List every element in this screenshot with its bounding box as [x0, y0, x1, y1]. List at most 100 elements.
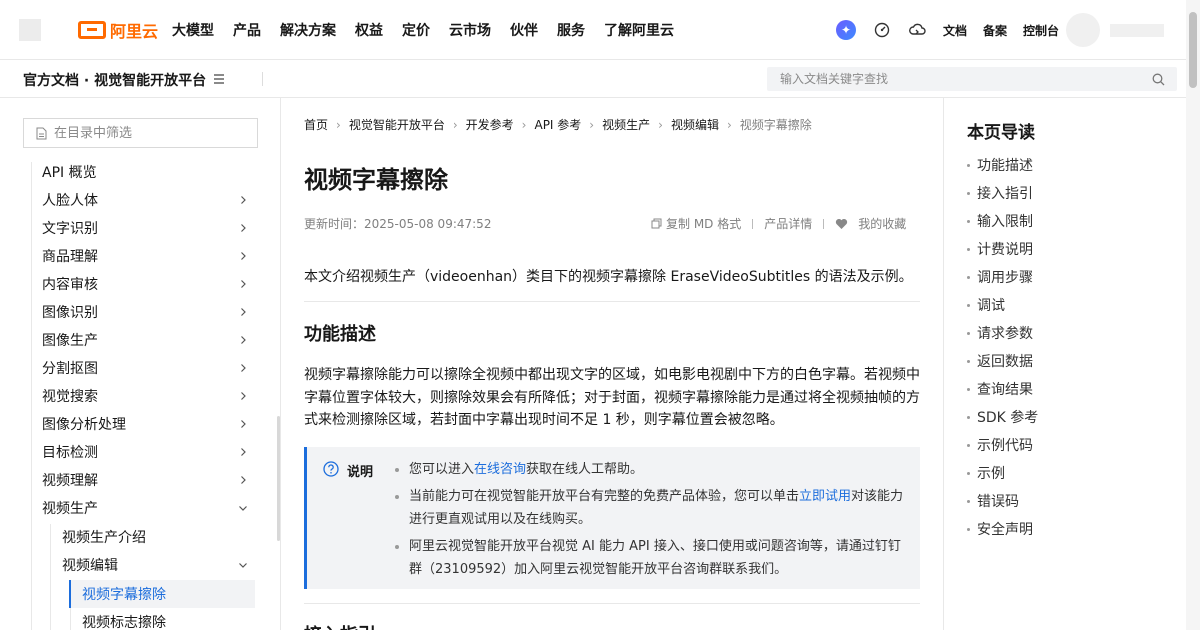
- sidebar-item-video-production[interactable]: 视频生产: [42, 496, 98, 520]
- sidebar-scrollbar[interactable]: [277, 416, 280, 541]
- breadcrumb-video-editing[interactable]: 视频编辑: [671, 116, 719, 133]
- sidebar-item-face-body[interactable]: 人脸人体: [42, 188, 98, 212]
- nav-item-products[interactable]: 产品: [233, 20, 261, 40]
- sidebar-item-image-recognition[interactable]: 图像识别: [42, 300, 98, 324]
- sidebar-item-visual-search[interactable]: 视觉搜索: [42, 384, 98, 408]
- chevron-right-icon[interactable]: [238, 475, 248, 485]
- sidebar-item-label: 图像生产: [42, 333, 98, 349]
- bullet-icon: [967, 163, 970, 167]
- toc-filter: [23, 118, 258, 148]
- sidebar-item-moderation[interactable]: 内容审核: [42, 272, 98, 296]
- nav-item-llm[interactable]: 大模型: [172, 20, 214, 40]
- document-icon: [36, 127, 47, 140]
- toc-link-security[interactable]: 安全声明: [967, 519, 1033, 539]
- toc-link-query-result[interactable]: 查询结果: [967, 379, 1033, 399]
- chevron-down-icon[interactable]: [238, 503, 248, 513]
- doc-center-title[interactable]: 官方文档 · 视觉智能开放平台: [23, 70, 206, 90]
- toc-link-access-guide[interactable]: 接入指引: [967, 183, 1033, 203]
- toc-link-sdk[interactable]: SDK 参考: [967, 407, 1038, 427]
- sidebar-item-goods[interactable]: 商品理解: [42, 244, 98, 268]
- ai-assistant-icon[interactable]: ✦: [836, 20, 856, 40]
- toc-link-example[interactable]: 示例: [967, 463, 1005, 483]
- chevron-right-icon[interactable]: [238, 335, 248, 345]
- nav-link-icp[interactable]: 备案: [983, 22, 1007, 39]
- sidebar-item-video-logo-erase[interactable]: 视频标志擦除: [82, 610, 166, 630]
- toc-link-sample-code[interactable]: 示例代码: [967, 435, 1033, 455]
- favorite-button[interactable]: 我的收藏: [858, 215, 906, 232]
- toc-link-billing[interactable]: 计费说明: [967, 239, 1033, 259]
- sidebar-item-image-production[interactable]: 图像生产: [42, 328, 98, 352]
- chevron-right-icon[interactable]: [238, 419, 248, 429]
- doc-main: 首页 › 视觉智能开放平台 › 开发参考 › API 参考 › 视频生产 › 视频编辑 › …: [281, 98, 943, 630]
- chevron-down-icon[interactable]: [238, 560, 248, 570]
- sidebar-item-video-editing[interactable]: 视频编辑: [62, 553, 118, 577]
- breadcrumb-dev-ref[interactable]: 开发参考: [466, 116, 514, 133]
- divider: [752, 218, 754, 229]
- product-detail-link[interactable]: 产品详情: [764, 215, 812, 232]
- nav-item-partners[interactable]: 伙伴: [510, 20, 538, 40]
- toc-link-debug[interactable]: 调试: [967, 295, 1005, 315]
- nav-link-console[interactable]: 控制台: [1023, 22, 1059, 39]
- sidebar-item-video-production-intro[interactable]: 视频生产介绍: [62, 525, 146, 549]
- toc-link-label: 输入限制: [977, 214, 1033, 230]
- sidebar-item-ocr[interactable]: 文字识别: [42, 216, 98, 240]
- heart-icon[interactable]: [835, 218, 848, 230]
- copy-icon[interactable]: [651, 218, 662, 229]
- nav-item-marketplace[interactable]: 云市场: [449, 20, 491, 40]
- page-scrollbar-thumb[interactable]: [1189, 12, 1197, 88]
- toc-link-call-steps[interactable]: 调用步骤: [967, 267, 1033, 287]
- menu-icon[interactable]: [213, 72, 225, 86]
- try-now-link[interactable]: 立即试用: [799, 489, 851, 504]
- page-scrollbar-track[interactable]: [1186, 0, 1200, 630]
- note-label: 说明: [347, 465, 374, 480]
- breadcrumb-api-ref[interactable]: API 参考: [534, 116, 581, 133]
- online-consult-link[interactable]: 在线咨询: [474, 462, 526, 477]
- chevron-right-icon[interactable]: [238, 251, 248, 261]
- chevron-right-icon[interactable]: [238, 363, 248, 373]
- nav-item-solutions[interactable]: 解决方案: [280, 20, 336, 40]
- chevron-right-icon[interactable]: [238, 391, 248, 401]
- toc-link-error-codes[interactable]: 错误码: [967, 491, 1019, 511]
- search-icon[interactable]: [1152, 73, 1165, 86]
- section-title-access-guide: 接入指引: [304, 621, 376, 630]
- note-item: 当前能力可在视觉智能开放平台有完整的免费产品体验，您可以单击立即试用对该能力进行…: [395, 485, 912, 531]
- chevron-right-icon[interactable]: [238, 223, 248, 233]
- avatar[interactable]: [1066, 13, 1100, 47]
- nav-item-benefits[interactable]: 权益: [355, 20, 383, 40]
- chevron-right-icon[interactable]: [238, 279, 248, 289]
- cloud-shell-icon[interactable]: [908, 21, 926, 39]
- sidebar-item-video-subtitle-erase[interactable]: 视频字幕擦除: [69, 580, 255, 608]
- chevron-right-icon[interactable]: [238, 307, 248, 317]
- tree-guide-line: [31, 162, 32, 630]
- username-placeholder[interactable]: [1110, 24, 1164, 37]
- breadcrumb-home[interactable]: 首页: [304, 116, 328, 133]
- toc-link-description[interactable]: 功能描述: [967, 155, 1033, 175]
- sidebar-item-video-understanding[interactable]: 视频理解: [42, 468, 98, 492]
- toc-link-response[interactable]: 返回数据: [967, 351, 1033, 371]
- breadcrumb-separator-icon: ›: [658, 117, 663, 132]
- toc-link-label: 安全声明: [977, 522, 1033, 538]
- copy-md-button[interactable]: 复制 MD 格式: [666, 215, 741, 232]
- sidebar-item-api-overview[interactable]: API 概览: [42, 160, 97, 184]
- nav-item-about[interactable]: 了解阿里云: [604, 20, 674, 40]
- sidebar-item-image-analysis[interactable]: 图像分析处理: [42, 412, 126, 436]
- sidebar-item-object-detection[interactable]: 目标检测: [42, 440, 98, 464]
- breadcrumb-platform[interactable]: 视觉智能开放平台: [349, 116, 445, 133]
- sidebar-item-segmentation[interactable]: 分割抠图: [42, 356, 98, 380]
- chevron-right-icon[interactable]: [238, 447, 248, 457]
- toc-link-request-params[interactable]: 请求参数: [967, 323, 1033, 343]
- apps-menu-icon[interactable]: [19, 19, 41, 41]
- toc-filter-input[interactable]: [54, 119, 254, 147]
- toc-link-input-limits[interactable]: 输入限制: [967, 211, 1033, 231]
- nav-item-services[interactable]: 服务: [557, 20, 585, 40]
- chevron-right-icon[interactable]: [238, 195, 248, 205]
- nav-item-pricing[interactable]: 定价: [402, 20, 430, 40]
- nav-link-docs[interactable]: 文档: [943, 22, 967, 39]
- doc-search-input[interactable]: [767, 67, 1147, 91]
- aliyun-logo[interactable]: 阿里云: [78, 18, 158, 42]
- breadcrumb-separator-icon: ›: [336, 117, 341, 132]
- page-title: 视频字幕擦除: [304, 166, 448, 194]
- toc-link-label: 功能描述: [977, 158, 1033, 174]
- breadcrumb-video-production[interactable]: 视频生产: [602, 116, 650, 133]
- dashboard-icon[interactable]: [873, 21, 891, 39]
